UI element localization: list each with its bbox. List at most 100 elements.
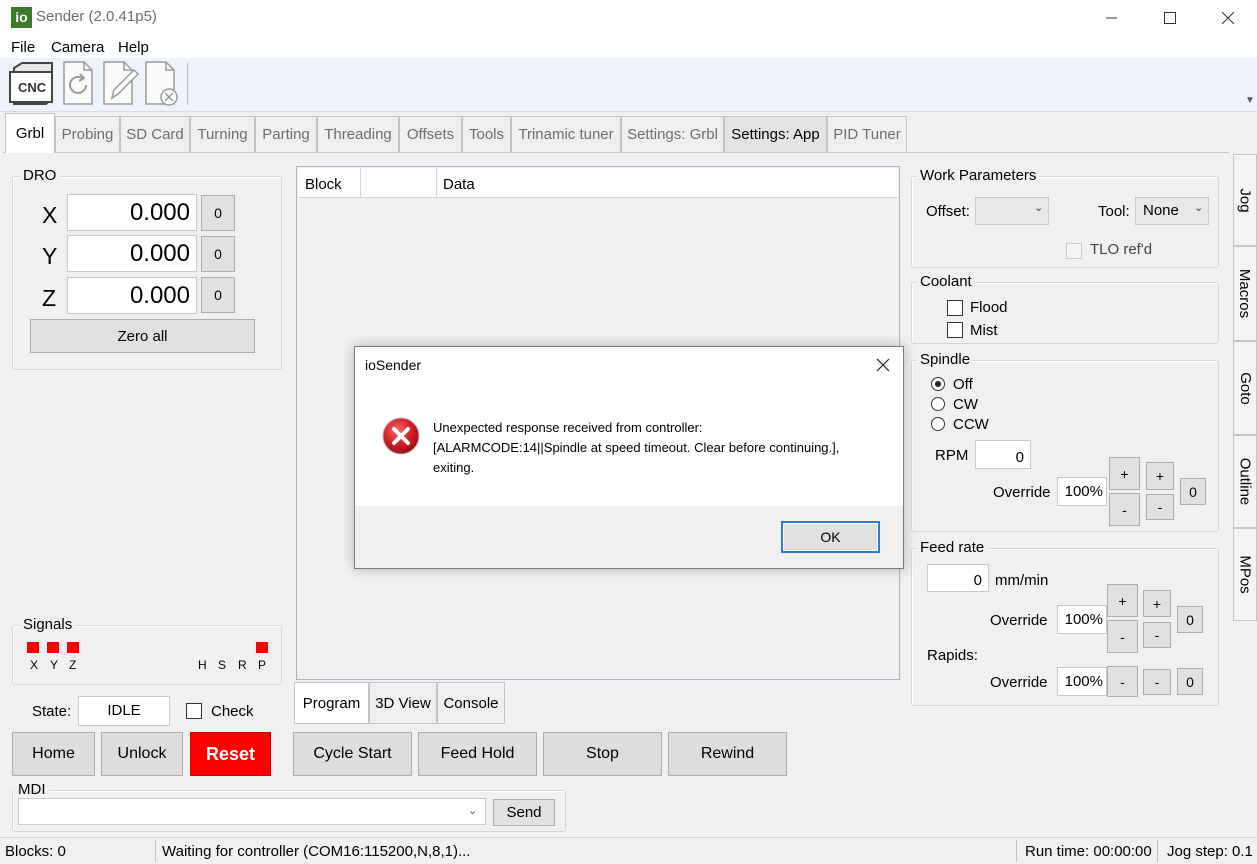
- side-tab-jog-label: Jog: [1236, 187, 1254, 213]
- side-tab-goto[interactable]: Goto: [1233, 341, 1257, 435]
- side-tab-macros[interactable]: Macros: [1233, 246, 1257, 341]
- status-blocks: Blocks: 0: [5, 843, 66, 860]
- spindle-override-minus10-button[interactable]: -: [1109, 493, 1140, 526]
- mdi-dropdown-icon[interactable]: ⌄: [468, 804, 477, 817]
- mdi-input[interactable]: [18, 798, 486, 825]
- grid-col-data[interactable]: Data: [443, 176, 475, 193]
- grid-col-block[interactable]: Block: [305, 176, 342, 193]
- cnc-button[interactable]: CNC: [8, 60, 54, 108]
- zero-y-button[interactable]: 0: [201, 236, 235, 272]
- tab-trinamic-tuner[interactable]: Trinamic tuner: [511, 116, 621, 152]
- tab-settings-grbl[interactable]: Settings: Grbl: [621, 116, 724, 152]
- tab-3d-view[interactable]: 3D View: [369, 682, 437, 724]
- feed-override-minus10-button[interactable]: -: [1107, 620, 1138, 653]
- feed-override-label: Override: [990, 612, 1048, 629]
- side-tab-outline[interactable]: Outline: [1233, 435, 1257, 528]
- zero-z-button[interactable]: 0: [201, 277, 235, 313]
- axis-y-value: 0.000: [67, 235, 197, 272]
- rapids-override-minus-button[interactable]: -: [1107, 666, 1138, 697]
- tab-offsets[interactable]: Offsets: [399, 116, 462, 152]
- tab-console[interactable]: Console: [437, 682, 505, 724]
- toolbar-separator: [187, 63, 188, 105]
- cycle-start-button[interactable]: Cycle Start: [293, 732, 412, 776]
- stop-button[interactable]: Stop: [543, 732, 662, 776]
- dialog-ok-button[interactable]: OK: [781, 521, 880, 553]
- tool-label: Tool:: [1098, 203, 1130, 220]
- toolbar-overflow-icon[interactable]: ▼: [1245, 95, 1255, 106]
- maximize-icon: [1164, 12, 1176, 24]
- side-tab-macros-label: Macros: [1236, 268, 1254, 319]
- dialog-close-button[interactable]: [872, 354, 894, 376]
- zero-all-button[interactable]: Zero all: [30, 319, 255, 353]
- rapids-override-value: 100%: [1057, 667, 1107, 696]
- mist-label: Mist: [970, 322, 998, 339]
- flood-checkbox[interactable]: [947, 300, 963, 316]
- status-jog-step: Jog step: 0.1: [1167, 843, 1253, 860]
- maximize-button[interactable]: [1141, 0, 1199, 36]
- spindle-off-radio[interactable]: [931, 377, 945, 391]
- tab-parting[interactable]: Parting: [255, 116, 317, 152]
- mist-checkbox[interactable]: [947, 322, 963, 338]
- spindle-off-label: Off: [953, 376, 973, 393]
- side-tab-jog[interactable]: Jog: [1233, 154, 1257, 246]
- close-file-button[interactable]: [142, 60, 188, 108]
- rapids-override-minus-small-button[interactable]: -: [1143, 669, 1171, 695]
- dialog-message-line2: [ALARMCODE:14||Spindle at speed timeout.…: [433, 440, 840, 455]
- tool-chevron-down-icon: ⌄: [1194, 202, 1204, 214]
- rapids-label: Rapids:: [927, 647, 978, 664]
- signal-x-led: [27, 642, 39, 653]
- send-button[interactable]: Send: [493, 799, 555, 826]
- toolbar: [0, 58, 1257, 112]
- minimize-icon: [1106, 17, 1117, 19]
- spindle-override-minus1-button[interactable]: -: [1146, 494, 1174, 520]
- unlock-button[interactable]: Unlock: [101, 732, 183, 776]
- feed-override-reset-button[interactable]: 0: [1177, 606, 1203, 633]
- rpm-input[interactable]: 0: [975, 440, 1031, 469]
- tab-sd-card[interactable]: SD Card: [120, 116, 190, 152]
- reload-icon: [63, 61, 93, 105]
- dialog-title: ioSender: [365, 357, 422, 373]
- tab-settings-app[interactable]: Settings: App: [724, 116, 827, 152]
- signal-z-led: [67, 642, 79, 653]
- tab-probing[interactable]: Probing: [55, 116, 120, 152]
- grid-col-divider: [436, 168, 437, 198]
- spindle-override-plus10-button[interactable]: +: [1109, 457, 1140, 490]
- rpm-label: RPM: [935, 447, 969, 464]
- close-window-button[interactable]: [1199, 0, 1257, 36]
- tlo-checkbox[interactable]: [1066, 243, 1082, 259]
- spindle-override-plus1-button[interactable]: +: [1146, 462, 1174, 490]
- tab-grbl[interactable]: Grbl: [5, 113, 55, 153]
- error-icon: [382, 417, 420, 459]
- check-mode-checkbox[interactable]: [186, 703, 202, 719]
- tab-tools[interactable]: Tools: [462, 116, 511, 152]
- feed-override-plus10-button[interactable]: +: [1107, 584, 1138, 617]
- zero-x-button[interactable]: 0: [201, 195, 235, 231]
- app-logo: io: [11, 7, 32, 28]
- flood-label: Flood: [970, 299, 1008, 316]
- tab-turning[interactable]: Turning: [190, 116, 255, 152]
- spindle-cw-radio[interactable]: [931, 397, 945, 411]
- edit-file-button[interactable]: [98, 60, 144, 108]
- spindle-ccw-radio[interactable]: [931, 417, 945, 431]
- axis-z-label: Z: [42, 285, 57, 311]
- feed-override-plus1-button[interactable]: +: [1143, 590, 1171, 617]
- close-icon: [1222, 12, 1234, 24]
- menu-camera[interactable]: Camera: [51, 39, 104, 56]
- home-button[interactable]: Home: [12, 732, 95, 776]
- spindle-override-reset-button[interactable]: 0: [1180, 478, 1206, 505]
- feed-hold-button[interactable]: Feed Hold: [418, 732, 537, 776]
- feed-override-minus1-button[interactable]: -: [1143, 622, 1171, 648]
- menu-help[interactable]: Help: [118, 39, 149, 56]
- signal-h-label: H: [198, 658, 207, 672]
- rapids-override-reset-button[interactable]: 0: [1177, 668, 1203, 695]
- state-label: State:: [32, 703, 72, 720]
- rewind-button[interactable]: Rewind: [668, 732, 787, 776]
- tab-program[interactable]: Program: [294, 682, 369, 724]
- tab-threading[interactable]: Threading: [317, 116, 399, 152]
- menu-file[interactable]: File: [11, 39, 35, 56]
- side-tab-mpos[interactable]: MPos: [1233, 528, 1257, 621]
- tab-pid-tuner[interactable]: PID Tuner: [827, 116, 907, 152]
- minimize-button[interactable]: [1083, 0, 1141, 36]
- reset-button[interactable]: Reset: [190, 732, 271, 776]
- dialog-message-line3: exiting.: [433, 460, 475, 475]
